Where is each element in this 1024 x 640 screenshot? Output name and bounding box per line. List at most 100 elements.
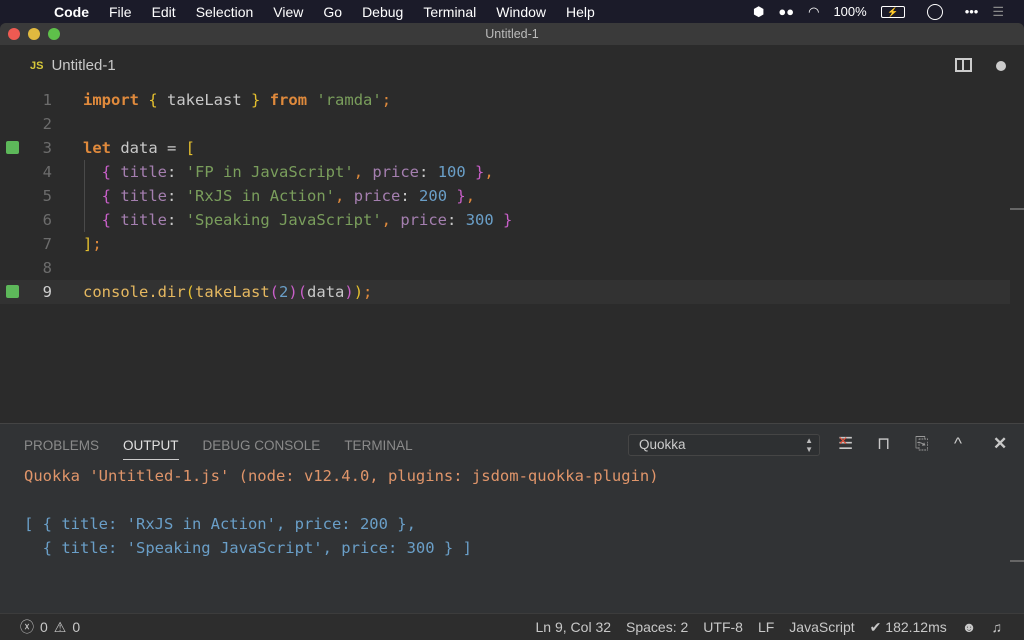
code-token: , bbox=[465, 187, 476, 205]
code-token: } bbox=[251, 91, 261, 109]
vscode-window: Untitled-1 JS Untitled-1 1 import { takeL… bbox=[0, 23, 1024, 640]
warning-count: 0 bbox=[72, 619, 81, 635]
code-token: 100 bbox=[437, 163, 466, 181]
open-log-icon[interactable]: ⎘ bbox=[915, 434, 929, 454]
battery-icon[interactable]: ⚡ bbox=[880, 5, 905, 18]
code-token: let bbox=[83, 139, 111, 157]
menu-debug[interactable]: Debug bbox=[362, 4, 403, 20]
code-token: ) bbox=[344, 283, 354, 301]
code-token: { bbox=[101, 211, 112, 229]
code-line[interactable]: 3 let data = [ bbox=[0, 136, 1010, 160]
line-number: 2 bbox=[42, 115, 52, 133]
cursor-position[interactable]: Ln 9, Col 32 bbox=[536, 619, 612, 635]
code-line[interactable]: 6 { title: 'Speaking JavaScript', price:… bbox=[0, 208, 1010, 232]
output-header: Quokka 'Untitled-1.js' (node: v12.4.0, p… bbox=[24, 467, 659, 485]
more-icon[interactable]: ••• bbox=[965, 4, 979, 20]
zoom-window-button[interactable] bbox=[48, 28, 60, 40]
menu-go[interactable]: Go bbox=[323, 4, 342, 20]
warning-icon: ⚠ bbox=[53, 619, 67, 635]
code-token: title bbox=[120, 211, 168, 229]
lock-scroll-icon[interactable]: ⊓ bbox=[877, 434, 890, 454]
line-number: 5 bbox=[42, 187, 52, 205]
language-mode[interactable]: JavaScript bbox=[789, 619, 854, 635]
code-token: } bbox=[456, 187, 466, 205]
wechat-icon[interactable]: ●● bbox=[778, 4, 794, 20]
code-token: price bbox=[353, 187, 401, 205]
title-bar: Untitled-1 bbox=[0, 23, 1024, 45]
tab-debug-console[interactable]: DEBUG CONSOLE bbox=[203, 438, 321, 460]
tab-problems[interactable]: PROBLEMS bbox=[24, 438, 99, 460]
code-token: price bbox=[372, 163, 420, 181]
code-token: , bbox=[484, 163, 494, 181]
code-text: ]; bbox=[83, 232, 102, 256]
split-editor-icon[interactable] bbox=[955, 58, 972, 72]
code-line[interactable]: 9 console.dir(takeLast(2)(data)); bbox=[0, 280, 1010, 304]
notifications-bell-icon[interactable]: ♫ bbox=[992, 619, 1003, 635]
tab-untitled-1[interactable]: JS Untitled-1 bbox=[30, 57, 116, 74]
menu-terminal[interactable]: Terminal bbox=[423, 4, 476, 20]
panel-scrollbar[interactable] bbox=[1010, 560, 1024, 562]
minimize-window-button[interactable] bbox=[28, 28, 40, 40]
notification-center-icon[interactable]: ☰ bbox=[992, 4, 1004, 20]
editor-scrollbar[interactable] bbox=[1010, 208, 1024, 210]
code-text: let data = [ bbox=[83, 136, 195, 160]
output-blank-line bbox=[24, 488, 659, 512]
code-token: price bbox=[400, 211, 448, 229]
code-text: import { takeLast } from 'ramda'; bbox=[83, 88, 391, 112]
output-channel-value: Quokka bbox=[639, 437, 686, 452]
code-line[interactable]: 7]; bbox=[0, 232, 1010, 256]
menu-file[interactable]: File bbox=[109, 4, 132, 20]
output-panel: PROBLEMS OUTPUT DEBUG CONSOLE TERMINAL Q… bbox=[0, 423, 1024, 613]
code-token: [ bbox=[185, 139, 195, 157]
quokka-timing[interactable]: ✔ 182.12ms bbox=[870, 619, 947, 635]
unsaved-dot-icon[interactable] bbox=[996, 61, 1006, 71]
code-token: , bbox=[353, 163, 373, 181]
code-line[interactable]: 4 { title: 'FP in JavaScript', price: 10… bbox=[0, 160, 1010, 184]
code-line[interactable]: 1 import { takeLast } from 'ramda'; bbox=[0, 88, 1010, 112]
line-number: 8 bbox=[42, 259, 52, 277]
maximize-panel-icon[interactable]: ^ bbox=[954, 434, 962, 454]
code-token: ; bbox=[363, 283, 373, 301]
output-channel-select[interactable]: Quokka ▲ ▼ bbox=[628, 434, 820, 456]
code-text: console.dir(takeLast(2)(data)); bbox=[83, 280, 372, 304]
code-token: { bbox=[101, 163, 112, 181]
tab-output[interactable]: OUTPUT bbox=[123, 438, 179, 460]
feedback-smiley-icon[interactable]: ☻ bbox=[962, 619, 977, 635]
code-line[interactable]: 8 bbox=[0, 256, 1010, 280]
code-editor[interactable]: 1 import { takeLast } from 'ramda'; 2 3 let … bbox=[0, 88, 1024, 423]
code-token: from bbox=[269, 91, 308, 109]
menu-help[interactable]: Help bbox=[566, 4, 595, 20]
menu-window[interactable]: Window bbox=[496, 4, 546, 20]
encoding[interactable]: UTF-8 bbox=[703, 619, 743, 635]
menu-bar: Code File Edit Selection View Go Debug T… bbox=[0, 0, 1024, 23]
wifi-icon[interactable]: ◠ bbox=[808, 4, 819, 20]
window-title: Untitled-1 bbox=[485, 27, 539, 41]
clear-output-icon[interactable]: ✕ ☰ bbox=[838, 434, 853, 454]
code-token: ; bbox=[381, 91, 392, 109]
code-token: console.dir bbox=[83, 283, 186, 301]
error-icon: ⓧ bbox=[20, 619, 34, 635]
code-token: ( bbox=[185, 283, 195, 301]
battery-percent: 100% bbox=[833, 3, 867, 19]
code-text: { title: 'RxJS in Action', price: 200 }, bbox=[83, 184, 475, 208]
tab-terminal[interactable]: TERMINAL bbox=[344, 438, 412, 460]
indentation[interactable]: Spaces: 2 bbox=[626, 619, 688, 635]
menu-view[interactable]: View bbox=[273, 4, 303, 20]
end-of-line[interactable]: LF bbox=[758, 619, 774, 635]
code-token: { bbox=[101, 187, 112, 205]
menu-edit[interactable]: Edit bbox=[152, 4, 176, 20]
code-line[interactable]: 2 bbox=[0, 112, 1010, 136]
box-icon[interactable]: ⬢ bbox=[753, 4, 764, 20]
close-panel-icon[interactable]: ✕ bbox=[993, 434, 1007, 454]
code-token: : bbox=[167, 211, 186, 229]
menu-selection[interactable]: Selection bbox=[196, 4, 254, 20]
close-window-button[interactable] bbox=[8, 28, 20, 40]
problems-summary[interactable]: ⓧ 0 ⚠ 0 bbox=[20, 619, 80, 635]
clock-icon[interactable] bbox=[926, 3, 943, 20]
code-line[interactable]: 5 { title: 'RxJS in Action', price: 200 … bbox=[0, 184, 1010, 208]
menu-app[interactable]: Code bbox=[54, 4, 89, 20]
